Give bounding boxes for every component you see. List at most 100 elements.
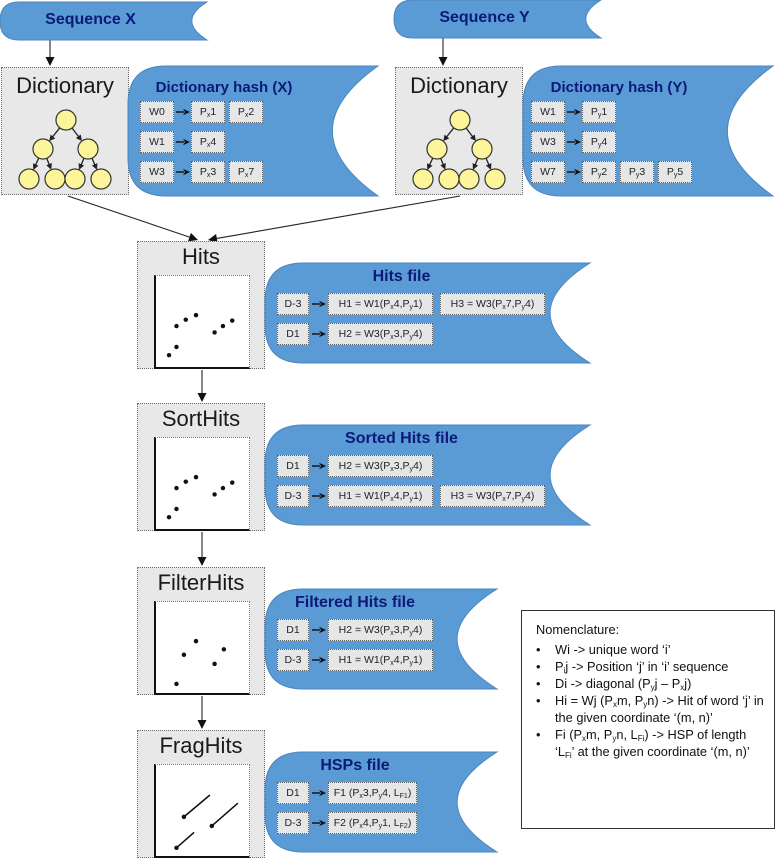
tree-node bbox=[32, 138, 54, 160]
nomenclature-item: Wi -> unique word ‘i’ bbox=[536, 641, 764, 658]
tree-node bbox=[458, 168, 480, 190]
diagonal-key-chip: D1 bbox=[277, 619, 309, 641]
position-chip: Px4 bbox=[191, 131, 225, 153]
tree-node bbox=[426, 138, 448, 160]
tree-node bbox=[77, 138, 99, 160]
workflow-diagram: Sequence X Sequence Y Dictionary Dictionary… bbox=[0, 0, 777, 862]
arrow-right-icon bbox=[567, 108, 581, 116]
nomenclature-title: Nomenclature: bbox=[536, 622, 620, 637]
arrow-right-icon bbox=[567, 168, 581, 176]
hsp-segment bbox=[175, 831, 195, 849]
hit-point bbox=[212, 661, 217, 667]
hsp-start-point bbox=[181, 814, 187, 820]
arrow-sorthits-to-filterhits bbox=[197, 532, 207, 566]
nomenclature-item: Hi = Wj (Pxm, Pyn) -> Hit of word ‘j’ in… bbox=[536, 692, 764, 726]
hit-entry-chip: H1 = W1(Px4,Py1) bbox=[328, 649, 433, 671]
nomenclature-item: Pij -> Position ‘j’ in ‘i’ sequence bbox=[536, 658, 764, 675]
arrowhead-icon bbox=[45, 57, 55, 66]
arrow-seqy-to-dictionary bbox=[438, 38, 448, 66]
sorthits-plot bbox=[154, 437, 250, 531]
filterhits-file: Filtered Hits file D1 H2 = W3(Px3,Py4) D-3 H… bbox=[264, 588, 499, 690]
fraghits-process-box: FragHits bbox=[137, 730, 265, 858]
hit-point bbox=[230, 480, 235, 485]
sorthits-plot-canvas bbox=[166, 474, 235, 520]
hit-point bbox=[193, 474, 199, 480]
nomenclature-list: Wi -> unique word ‘i’Pij -> Position ‘j’… bbox=[536, 641, 764, 760]
hits-file-title: Hits file bbox=[372, 268, 431, 285]
hit-point bbox=[220, 485, 226, 491]
sorthits-file-title: Sorted Hits file bbox=[345, 430, 458, 447]
hit-point bbox=[183, 479, 188, 484]
position-chip: Px2 bbox=[229, 101, 263, 123]
fraghits-plot-canvas bbox=[174, 794, 239, 851]
sequence-x-banner: Sequence X bbox=[0, 1, 209, 41]
hit-entry-chip: H1 = W1(Px4,Py1) bbox=[328, 293, 433, 315]
hsp-segment bbox=[211, 802, 239, 827]
filterhits-plot-canvas bbox=[174, 638, 227, 687]
hits-process-box: Hits bbox=[137, 241, 265, 369]
hit-entry-chip: H1 = W1(Px4,Py1) bbox=[328, 485, 433, 507]
hsp-start-point bbox=[174, 845, 179, 851]
arrow-right-icon bbox=[567, 138, 581, 146]
arrow-dicty-to-hits bbox=[208, 195, 461, 243]
arrowhead-icon bbox=[197, 720, 207, 729]
dictionary-hash-y-file-title: Dictionary hash (Y) bbox=[550, 79, 688, 96]
arrow-hits-to-sorthits bbox=[197, 370, 207, 402]
position-chip: Px7 bbox=[229, 161, 263, 183]
arrow-right-icon bbox=[312, 656, 326, 664]
hit-point bbox=[183, 317, 188, 322]
hit-entry-chip: H3 = W3(Px7,Py4) bbox=[440, 485, 545, 507]
sequence-y-banner-title: Sequence Y bbox=[439, 9, 530, 26]
hit-entry-chip: H2 = W3(Px3,Py4) bbox=[328, 619, 433, 641]
hits-plot-canvas bbox=[166, 312, 235, 358]
tree-node bbox=[438, 168, 460, 190]
arrowhead-icon bbox=[197, 557, 207, 566]
dictionary-tree-icon bbox=[18, 109, 112, 190]
tree-node bbox=[44, 168, 66, 190]
arrow-right-icon bbox=[312, 300, 326, 308]
tree-node bbox=[471, 138, 493, 160]
arrow-right-icon bbox=[176, 108, 190, 116]
hit-point bbox=[174, 485, 179, 491]
hsp-start-point bbox=[209, 823, 215, 829]
hit-point bbox=[166, 514, 172, 520]
hit-point bbox=[174, 323, 179, 329]
hit-point bbox=[230, 318, 235, 323]
dictionary-tree-icon bbox=[412, 109, 506, 190]
diagonal-key-chip: D1 bbox=[277, 455, 309, 477]
word-key-chip: W7 bbox=[531, 161, 565, 183]
hit-point bbox=[166, 352, 172, 358]
arrow-right-icon bbox=[176, 138, 190, 146]
hit-point bbox=[193, 312, 199, 318]
position-chip: Py3 bbox=[620, 161, 654, 183]
sequence-y-banner: Sequence Y bbox=[393, 0, 603, 39]
filterhits-process-box-title: FilterHits bbox=[157, 570, 245, 595]
arrow-right-icon bbox=[312, 330, 326, 338]
position-chip: Px1 bbox=[191, 101, 225, 123]
nomenclature-legend: Nomenclature: Wi -> unique word ‘i’Pij ->… bbox=[521, 610, 775, 829]
fraghits-file-title: HSPs file bbox=[320, 757, 390, 774]
position-chip: Px3 bbox=[191, 161, 225, 183]
hits-file: Hits file D-3 H1 = W1(Px4,Py1) H3 = W3(Px7,… bbox=[264, 262, 592, 364]
tree-node bbox=[64, 168, 86, 190]
word-key-chip: W3 bbox=[140, 161, 174, 183]
hit-entry-chip: H2 = W3(Px3,Py4) bbox=[328, 455, 433, 477]
sorthits-process-box: SortHits bbox=[137, 403, 265, 531]
fraghits-process-box-title: FragHits bbox=[159, 733, 243, 758]
arrowhead-icon bbox=[438, 57, 448, 66]
arrow-seqx-to-dictionary bbox=[45, 40, 55, 66]
nomenclature-item: Di -> diagonal (Pyj – Pxj) bbox=[536, 675, 764, 692]
diagonal-key-chip: D-3 bbox=[277, 485, 309, 507]
position-chip: Py4 bbox=[582, 131, 616, 153]
arrowhead-icon bbox=[197, 393, 207, 402]
diagonal-key-chip: D1 bbox=[277, 323, 309, 345]
tree-node bbox=[449, 109, 471, 131]
fraghits-plot bbox=[154, 764, 250, 858]
arrow-right-icon bbox=[312, 789, 326, 797]
word-key-chip: W3 bbox=[531, 131, 565, 153]
position-chip: Py1 bbox=[582, 101, 616, 123]
diagonal-key-chip: D-3 bbox=[277, 293, 309, 315]
position-chip: Py2 bbox=[582, 161, 616, 183]
hit-entry-chip: H2 = W3(Px3,Py4) bbox=[328, 323, 433, 345]
word-key-chip: W1 bbox=[531, 101, 565, 123]
